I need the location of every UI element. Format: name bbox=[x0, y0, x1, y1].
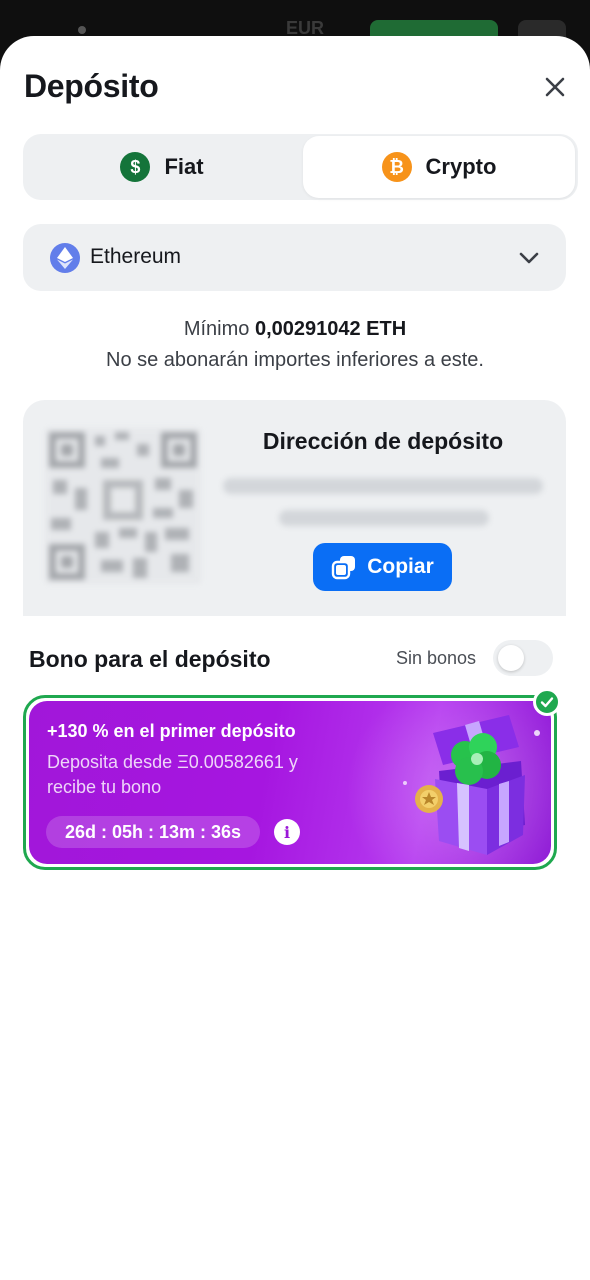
app-header-dot bbox=[78, 26, 86, 34]
ethereum-icon bbox=[50, 243, 80, 273]
network-select[interactable]: Ethereum bbox=[23, 224, 566, 291]
bonus-countdown-timer: 26d : 05h : 13m : 36s bbox=[46, 816, 260, 848]
no-bonus-toggle[interactable] bbox=[493, 640, 553, 676]
bonus-headline: +130 % en el primer depósito bbox=[47, 721, 296, 741]
copy-icon bbox=[332, 556, 356, 580]
qr-code bbox=[45, 428, 201, 584]
deposit-address-title: Dirección de depósito bbox=[262, 428, 504, 454]
deposit-address-hidden-line-1 bbox=[223, 478, 543, 494]
info-icon[interactable]: i bbox=[274, 819, 300, 845]
gift-box-icon bbox=[403, 715, 540, 855]
bonus-offer-content: +130 % en el primer depósito Deposita de… bbox=[29, 701, 551, 864]
tab-crypto-label: Crypto bbox=[425, 154, 497, 179]
tab-crypto[interactable]: ₿ Crypto bbox=[303, 136, 575, 198]
copy-button-label: Copiar bbox=[367, 555, 434, 578]
payment-type-tabs: $ Fiat ₿ Crypto bbox=[23, 134, 578, 200]
bitcoin-icon: ₿ bbox=[381, 152, 412, 182]
deposit-address-hidden-line-2 bbox=[279, 510, 489, 526]
chevron-down-icon bbox=[519, 252, 539, 264]
sheet-title: Depósito bbox=[24, 68, 159, 104]
close-button[interactable] bbox=[540, 72, 570, 102]
minimum-prefix: Mínimo bbox=[183, 318, 250, 340]
bonus-offer-card[interactable]: +130 % en el primer depósito Deposita de… bbox=[23, 695, 557, 870]
copy-address-button[interactable]: Copiar bbox=[313, 543, 452, 591]
no-bonus-label: Sin bonos bbox=[396, 648, 477, 668]
deposit-sheet: Depósito $ Fiat ₿ Crypto Ethereum Mínimo… bbox=[0, 36, 590, 1280]
close-icon bbox=[545, 77, 565, 97]
dollar-coin-icon: $ bbox=[120, 152, 151, 182]
minimum-note: No se abonarán importes inferiores a est… bbox=[106, 349, 484, 371]
tab-fiat[interactable]: $ Fiat bbox=[23, 134, 301, 200]
toggle-knob bbox=[498, 645, 524, 671]
minimum-value: 0,00291042 ETH bbox=[254, 318, 407, 340]
selected-check-icon bbox=[533, 688, 561, 716]
deposit-address-card: Dirección de depósito Copiar bbox=[23, 400, 566, 616]
bonus-section-title: Bono para el depósito bbox=[29, 646, 271, 672]
bonus-description: Deposita desde Ξ0.00582661 y recibe tu b… bbox=[47, 752, 298, 797]
minimum-amount: Mínimo 0,00291042 ETH bbox=[0, 318, 590, 341]
network-select-label: Ethereum bbox=[90, 245, 182, 268]
tab-fiat-label: Fiat bbox=[164, 154, 204, 179]
